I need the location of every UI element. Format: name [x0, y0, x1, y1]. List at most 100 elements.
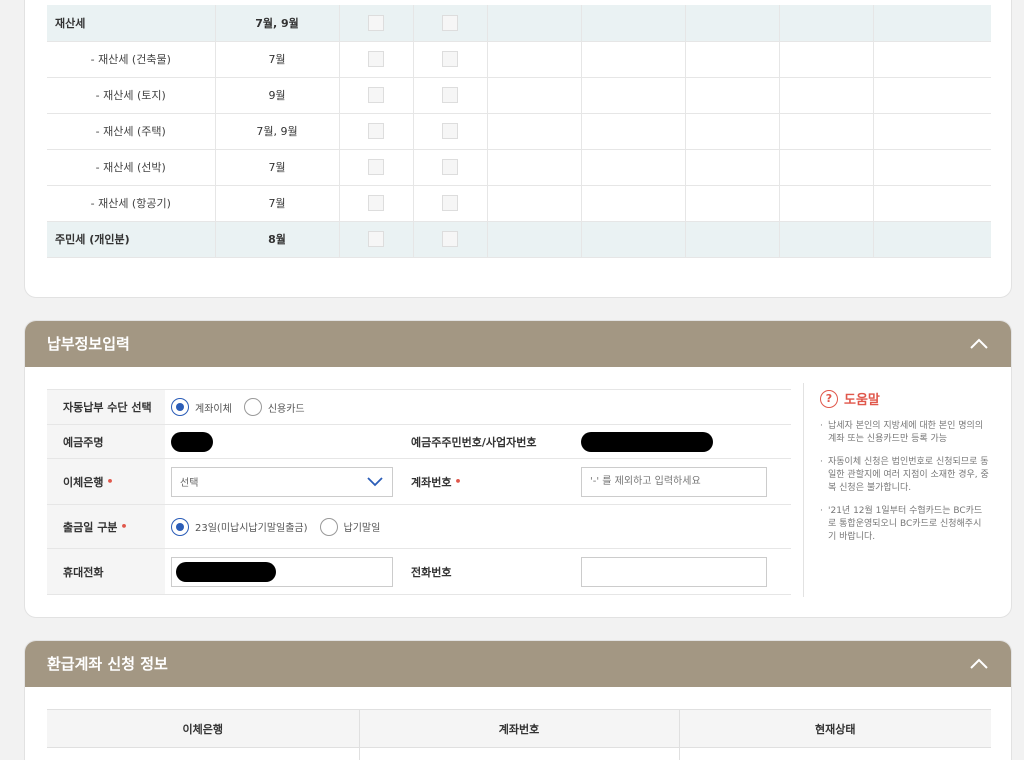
- tax-month: 7월: [215, 41, 340, 78]
- checkbox[interactable]: [442, 123, 458, 139]
- payment-form: 자동납부 수단 선택 계좌이체 신용카드 예금주명 예금주주민번호/사업자번호: [47, 389, 791, 595]
- table-header-row: 이체은행 계좌번호 현재상태: [47, 709, 991, 748]
- radio-off-icon: [243, 398, 262, 416]
- required-mark: •: [106, 475, 114, 488]
- form-row-withdraw: 출금일 구분 • 23일(미납시납기말일출금) 납기말일: [47, 505, 791, 549]
- tax-month: 7월: [215, 149, 340, 186]
- radio-credit-card[interactable]: 신용카드: [243, 398, 305, 416]
- question-icon: ?: [820, 389, 838, 408]
- bank-select[interactable]: 선택: [171, 466, 393, 497]
- tax-name: - 재산세 (주택): [47, 113, 216, 150]
- checkbox[interactable]: [368, 195, 384, 211]
- radio-withdraw-due[interactable]: 납기말일: [319, 517, 381, 536]
- checkbox[interactable]: [442, 195, 458, 211]
- radio-withdraw-23[interactable]: 23일(미납시납기말일출금): [171, 517, 308, 536]
- radio-on-icon: [171, 517, 189, 536]
- radio-label: 납기말일: [343, 523, 381, 534]
- chevron-up-icon[interactable]: [969, 335, 989, 351]
- table-row: - 재산세 (선박) 7월: [47, 149, 991, 186]
- chevron-down-icon: [367, 476, 383, 486]
- required-mark: •: [454, 475, 462, 488]
- radio-label: 계좌이체: [195, 403, 232, 415]
- redacted-mobile: [176, 561, 276, 582]
- payment-info-card: 납부정보입력 자동납부 수단 선택 계좌이체 신용카드 예금주명 예금주주민번호…: [24, 320, 1012, 618]
- bank-label-text: 이체은행: [63, 475, 104, 489]
- withdraw-label: 출금일 구분 •: [47, 505, 165, 548]
- column-header: 현재상태: [679, 709, 991, 748]
- tax-name: - 재산세 (선박): [47, 149, 216, 186]
- tax-name: - 재산세 (건축물): [47, 41, 216, 78]
- tax-month: 9월: [215, 77, 340, 114]
- tax-month: 7월: [215, 185, 340, 222]
- table-row: 주민세 (개인분) 8월: [47, 221, 991, 258]
- tax-month: 7월, 9월: [215, 5, 340, 42]
- checkbox[interactable]: [442, 51, 458, 67]
- tax-month: 7월, 9월: [215, 113, 340, 150]
- mobile-input[interactable]: [171, 556, 393, 587]
- help-title: ? 도움말: [820, 389, 989, 408]
- table-row: - 재산세 (토지) 9월: [47, 77, 991, 114]
- table-row: - 재산세 (주택) 7월, 9월: [47, 113, 991, 150]
- checkbox[interactable]: [442, 159, 458, 175]
- phone-label: 전화번호: [411, 565, 452, 579]
- account-number-label-text: 계좌번호: [411, 475, 452, 489]
- checkbox[interactable]: [368, 231, 384, 247]
- form-row-method: 자동납부 수단 선택 계좌이체 신용카드: [47, 389, 791, 425]
- refund-account-header[interactable]: 환급계좌 신청 정보: [25, 641, 1011, 687]
- radio-on-icon: [171, 398, 189, 416]
- radio-bank-transfer[interactable]: 계좌이체: [171, 398, 232, 416]
- redacted-holder-id: [581, 431, 713, 452]
- table-row: [47, 747, 991, 760]
- holder-id-label: 예금주주민번호/사업자번호: [411, 435, 537, 449]
- tax-name: 주민세 (개인분): [47, 221, 216, 258]
- payment-info-header[interactable]: 납부정보입력: [25, 321, 1011, 367]
- tax-name: - 재산세 (항공기): [47, 185, 216, 222]
- redacted-holder-name: [171, 431, 213, 452]
- withdraw-label-text: 출금일 구분: [63, 520, 118, 534]
- tax-schedule-table: 재산세 7월, 9월 - 재산세 (건축물) 7월 - 재산세 (토지) 9월: [47, 5, 991, 258]
- help-title-text: 도움말: [844, 393, 880, 408]
- checkbox[interactable]: [368, 51, 384, 67]
- mobile-label: 휴대전화: [47, 549, 165, 594]
- radio-label: 23일(미납시납기말일출금): [195, 523, 308, 534]
- form-row-phone: 휴대전화 전화번호: [47, 549, 791, 595]
- checkbox[interactable]: [368, 14, 384, 31]
- chevron-up-icon[interactable]: [969, 655, 989, 671]
- section-title: 환급계좌 신청 정보: [47, 655, 168, 673]
- bank-label: 이체은행 •: [47, 459, 165, 504]
- checkbox[interactable]: [368, 159, 384, 175]
- checkbox[interactable]: [442, 231, 458, 247]
- checkbox[interactable]: [368, 123, 384, 139]
- method-label: 자동납부 수단 선택: [47, 390, 165, 424]
- table-row: - 재산세 (항공기) 7월: [47, 185, 991, 222]
- account-holder-label: 예금주명: [47, 425, 165, 458]
- help-list: 납세자 본인의 지방세에 대한 본인 명의의 계좌 또는 신용카드만 등록 가능…: [820, 420, 989, 544]
- checkbox[interactable]: [442, 14, 458, 31]
- radio-label: 신용카드: [267, 403, 305, 415]
- refund-account-card: 환급계좌 신청 정보 이체은행 계좌번호 현재상태: [24, 640, 1012, 760]
- tax-schedule-card: 재산세 7월, 9월 - 재산세 (건축물) 7월 - 재산세 (토지) 9월: [24, 0, 1012, 298]
- required-mark: •: [120, 520, 128, 533]
- account-number-input[interactable]: [581, 466, 767, 497]
- radio-off-icon: [319, 517, 338, 536]
- form-row-holder: 예금주명 예금주주민번호/사업자번호: [47, 425, 791, 459]
- bank-select-value: 선택: [180, 478, 199, 489]
- help-panel: ? 도움말 납세자 본인의 지방세에 대한 본인 명의의 계좌 또는 신용카드만…: [803, 383, 989, 597]
- tax-name: - 재산세 (토지): [47, 77, 216, 114]
- form-row-bank: 이체은행 • 선택 계좌번호 •: [47, 459, 791, 505]
- tax-name: 재산세: [47, 5, 216, 42]
- checkbox[interactable]: [442, 87, 458, 103]
- column-header: 이체은행: [47, 709, 360, 748]
- refund-table: 이체은행 계좌번호 현재상태: [47, 709, 991, 760]
- table-row: 재산세 7월, 9월: [47, 5, 991, 42]
- help-item: 납세자 본인의 지방세에 대한 본인 명의의 계좌 또는 신용카드만 등록 가능: [820, 420, 989, 446]
- help-item: 자동이체 신청은 법인번호로 신청되므로 동일한 관할지에 여러 지점이 소재한…: [820, 456, 989, 495]
- section-title: 납부정보입력: [47, 335, 130, 353]
- checkbox[interactable]: [368, 87, 384, 103]
- column-header: 계좌번호: [359, 709, 680, 748]
- help-item: '21년 12월 1일부터 수협카드는 BC카드로 통합운영되오니 BC카드로 …: [820, 505, 989, 544]
- account-number-label: 계좌번호 •: [403, 459, 579, 504]
- tax-month: 8월: [215, 221, 340, 258]
- table-row: - 재산세 (건축물) 7월: [47, 41, 991, 78]
- phone-input[interactable]: [581, 556, 767, 587]
